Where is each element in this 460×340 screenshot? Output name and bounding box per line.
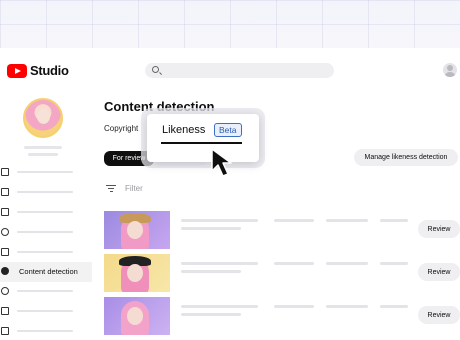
account-avatar-icon[interactable]: [443, 63, 457, 77]
sidebar-item-label: Content detection: [19, 267, 78, 276]
row-subtitle-placeholder: [181, 313, 241, 316]
logo-text: Studio: [30, 63, 69, 78]
sidebar-item-earn[interactable]: [0, 282, 92, 302]
studio-window: Studio Content detection Content detecti…: [0, 48, 460, 340]
nav-label-placeholder: [17, 191, 73, 193]
sidebar-item-customization[interactable]: [0, 302, 92, 322]
content-detection-icon: [1, 267, 9, 275]
table-row[interactable]: Review: [104, 254, 460, 292]
channel-handle-placeholder: [28, 153, 58, 156]
row-cell-placeholder: [274, 262, 314, 265]
tab-copyright[interactable]: Copyright: [104, 124, 138, 133]
sidebar-item-analytics[interactable]: [0, 203, 92, 223]
background-grid: [0, 0, 460, 48]
beta-badge: Beta: [214, 123, 242, 137]
thumbnail-face: [127, 221, 143, 239]
top-bar: Studio: [0, 48, 460, 92]
page-title: Content detection: [104, 99, 215, 114]
review-button[interactable]: Review: [418, 263, 460, 281]
search-input[interactable]: [145, 63, 334, 78]
row-title-placeholder: [181, 219, 258, 222]
sidebar-item-audio-library[interactable]: [0, 322, 92, 340]
video-thumbnail: [104, 297, 170, 335]
community-icon: [1, 228, 9, 236]
video-icon: [1, 188, 9, 196]
tab-likeness[interactable]: Likeness: [162, 124, 205, 136]
sidebar-item-content-detection[interactable]: Content detection: [0, 262, 92, 282]
subtitles-icon: [1, 248, 9, 256]
thumbnail-face: [127, 307, 143, 325]
row-cell-placeholder: [274, 219, 314, 222]
video-thumbnail: [104, 211, 170, 249]
nav-label-placeholder: [17, 251, 73, 253]
nav-label-placeholder: [17, 231, 73, 233]
grid-icon: [1, 168, 9, 176]
filter-icon[interactable]: [106, 185, 116, 193]
row-cell-placeholder: [326, 262, 368, 265]
audio-library-icon: [1, 327, 9, 335]
analytics-icon: [1, 208, 9, 216]
mouse-cursor-icon: [211, 148, 232, 177]
studio-logo[interactable]: Studio: [7, 63, 69, 78]
review-button[interactable]: Review: [418, 306, 460, 324]
nav-label-placeholder: [17, 290, 73, 292]
filter-input[interactable]: Filter: [125, 184, 143, 193]
table-row[interactable]: Review: [104, 211, 460, 249]
thumbnail-face: [127, 264, 143, 282]
row-cell-placeholder: [380, 305, 408, 308]
sidebar-item-subtitles[interactable]: [0, 243, 92, 263]
nav-label-placeholder: [17, 171, 73, 173]
earn-icon: [1, 287, 9, 295]
sidebar-item-dashboard[interactable]: [0, 163, 92, 183]
nav-label-placeholder: [17, 330, 73, 332]
row-subtitle-placeholder: [181, 227, 241, 230]
table-row[interactable]: Review: [104, 297, 460, 335]
channel-avatar[interactable]: [23, 98, 63, 138]
nav-label-placeholder: [17, 310, 73, 312]
review-button[interactable]: Review: [418, 220, 460, 238]
manage-likeness-detection-button[interactable]: Manage likeness detection: [354, 149, 458, 166]
row-cell-placeholder: [274, 305, 314, 308]
sidebar-item-content[interactable]: [0, 183, 92, 203]
row-cell-placeholder: [380, 262, 408, 265]
search-icon: [152, 66, 159, 73]
nav-label-placeholder: [17, 211, 73, 213]
video-thumbnail: [104, 254, 170, 292]
avatar-face: [37, 109, 50, 124]
active-tab-underline: [161, 142, 242, 144]
row-cell-placeholder: [326, 305, 368, 308]
likeness-tab-callout: Likeness Beta: [147, 114, 259, 162]
customization-icon: [1, 307, 9, 315]
youtube-logo-icon: [7, 63, 27, 78]
row-cell-placeholder: [326, 219, 368, 222]
row-subtitle-placeholder: [181, 270, 241, 273]
row-cell-placeholder: [380, 219, 408, 222]
channel-name-placeholder: [24, 146, 62, 149]
row-title-placeholder: [181, 305, 258, 308]
row-title-placeholder: [181, 262, 258, 265]
sidebar-item-community[interactable]: [0, 223, 92, 243]
